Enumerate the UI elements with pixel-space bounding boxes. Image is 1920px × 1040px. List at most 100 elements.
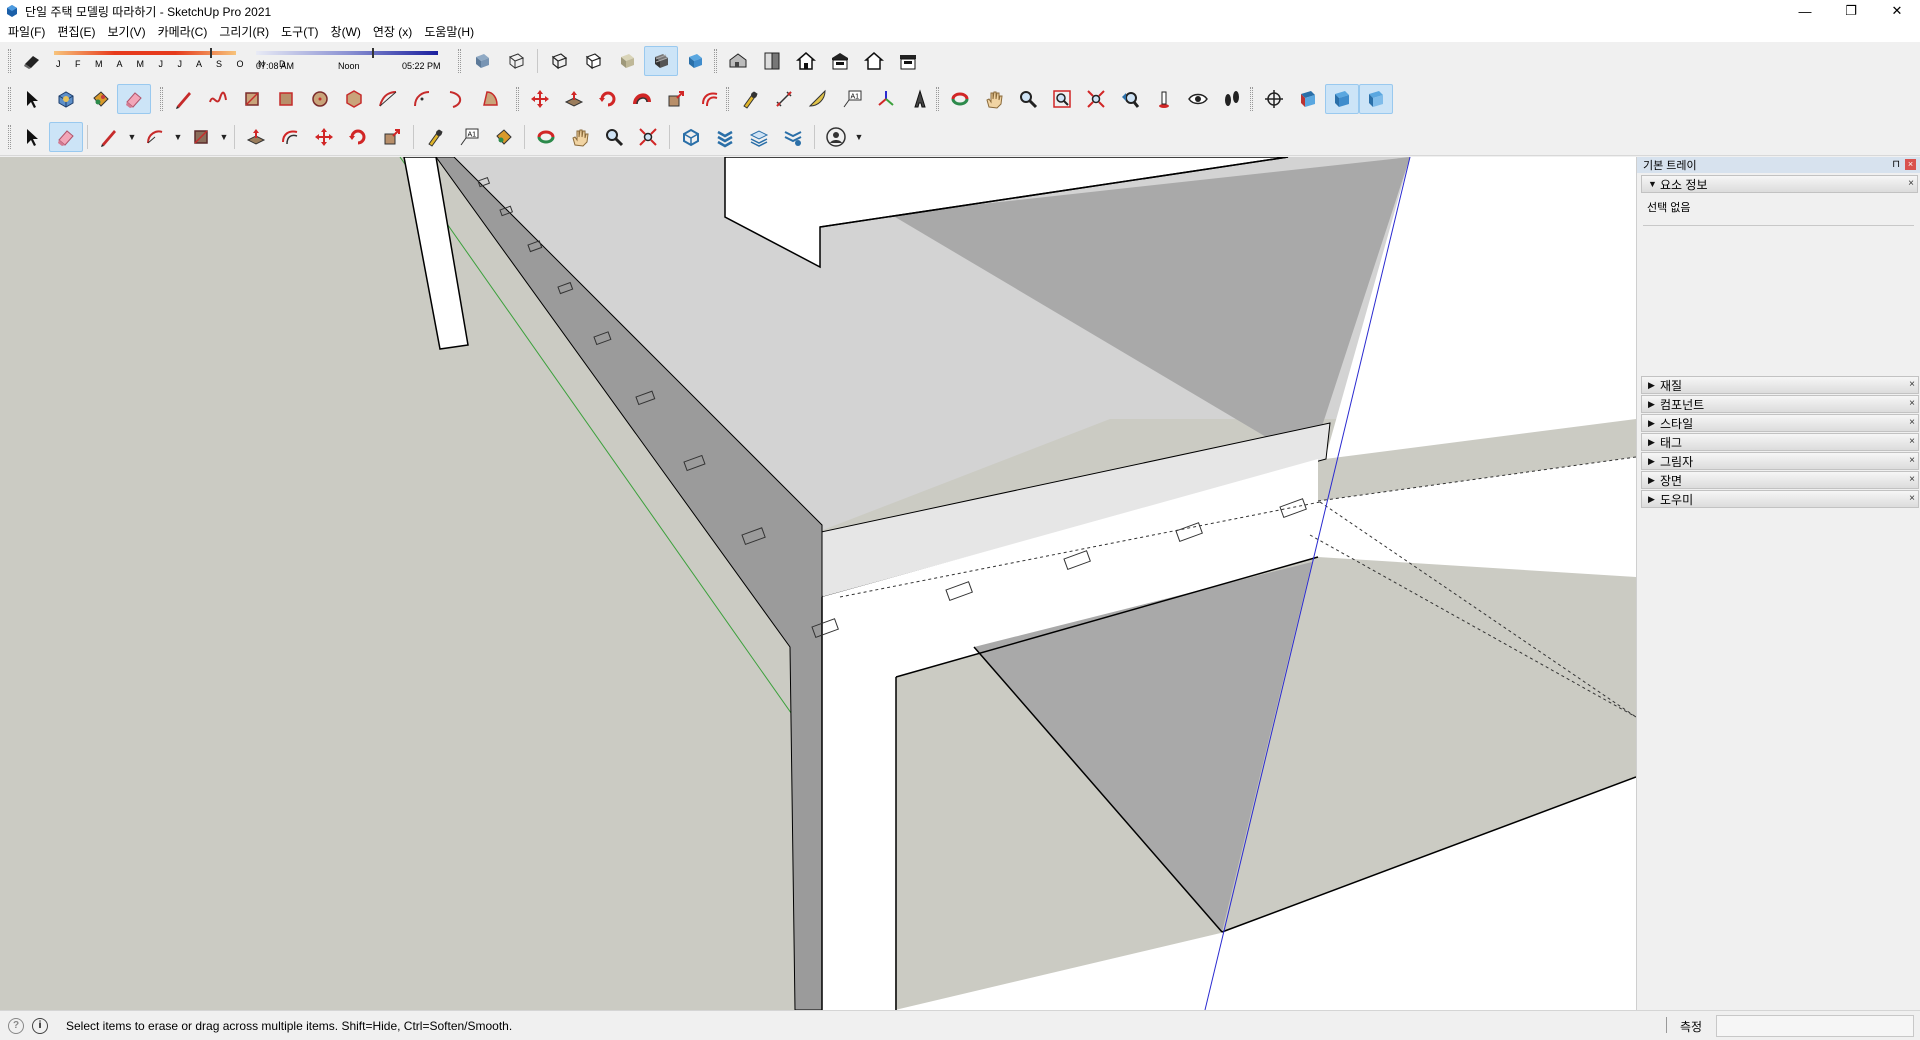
two-point-arc-tool-button[interactable] — [405, 84, 439, 114]
panel-tags[interactable]: ▶ 태그 × — [1641, 433, 1919, 451]
rectangle-tool-button-2[interactable] — [184, 122, 218, 152]
wireframe-button[interactable] — [542, 46, 576, 76]
tray-title-bar[interactable]: 기본 트레이 ⊓ × — [1637, 157, 1920, 173]
scale-tool-button[interactable] — [659, 84, 693, 114]
date-slider-track[interactable] — [54, 51, 236, 55]
paint-bucket-button-2[interactable] — [486, 122, 520, 152]
section-plane-button[interactable] — [1257, 84, 1291, 114]
menu-help[interactable]: 도움말(H) — [418, 22, 480, 42]
close-button[interactable]: ✕ — [1874, 0, 1920, 22]
measurements-input[interactable] — [1716, 1015, 1914, 1037]
menu-edit[interactable]: 편집(E) — [51, 22, 101, 42]
time-slider-track[interactable] — [256, 51, 438, 55]
model-viewport[interactable] — [0, 157, 1636, 1010]
menu-view[interactable]: 보기(V) — [101, 22, 151, 42]
pan-button[interactable] — [977, 84, 1011, 114]
zoom-button[interactable] — [1011, 84, 1045, 114]
zoom-extents-button-2[interactable] — [631, 122, 665, 152]
back-edges-button[interactable] — [499, 46, 533, 76]
shape-tools-dropdown[interactable]: ▼ — [218, 122, 230, 152]
panel-close-icon[interactable]: × — [1909, 398, 1915, 409]
pan-button-2[interactable] — [563, 122, 597, 152]
text-button-2[interactable]: A1 — [452, 122, 486, 152]
pin-icon[interactable]: ⊓ — [1892, 159, 1900, 170]
toolbar-grip[interactable] — [516, 87, 519, 111]
orbit-button-2[interactable] — [529, 122, 563, 152]
menu-draw[interactable]: 그리기(R) — [213, 22, 275, 42]
menu-file[interactable]: 파일(F) — [2, 22, 51, 42]
right-view-button[interactable] — [823, 46, 857, 76]
tape-measure-button-2[interactable] — [418, 122, 452, 152]
walk-button[interactable] — [1215, 84, 1249, 114]
toolbar-grip[interactable] — [8, 87, 11, 111]
layout-button[interactable] — [776, 122, 810, 152]
select-tool-button-2[interactable] — [15, 122, 49, 152]
offset-tool-button[interactable] — [693, 84, 727, 114]
panel-close-icon[interactable]: × — [1909, 493, 1915, 504]
3d-text-button[interactable] — [903, 84, 937, 114]
toolbar-grip[interactable] — [936, 87, 939, 111]
menu-camera[interactable]: 카메라(C) — [152, 22, 214, 42]
panel-close-icon[interactable]: × — [1909, 379, 1915, 390]
shadow-toggle-button[interactable] — [15, 46, 49, 76]
iso-view-button[interactable] — [721, 46, 755, 76]
circle-tool-button[interactable] — [303, 84, 337, 114]
monochrome-button[interactable] — [678, 46, 712, 76]
panel-materials[interactable]: ▶ 재질 × — [1641, 376, 1919, 394]
zoom-button-2[interactable] — [597, 122, 631, 152]
toolbar-grip[interactable] — [8, 49, 11, 73]
follow-me-tool-button[interactable] — [625, 84, 659, 114]
left-view-button[interactable] — [891, 46, 925, 76]
push-pull-tool-button[interactable] — [557, 84, 591, 114]
toolbar-grip[interactable] — [714, 49, 717, 73]
menu-window[interactable]: 창(W) — [325, 22, 367, 42]
panel-scenes[interactable]: ▶ 장면 × — [1641, 471, 1919, 489]
toolbar-grip[interactable] — [8, 125, 11, 149]
arc-tools-dropdown[interactable]: ▼ — [172, 122, 184, 152]
polygon-tool-button[interactable] — [337, 84, 371, 114]
protractor-button[interactable] — [801, 84, 835, 114]
share-model-button[interactable] — [742, 122, 776, 152]
panel-shadows[interactable]: ▶ 그림자 × — [1641, 452, 1919, 470]
top-view-button[interactable] — [755, 46, 789, 76]
make-component-button[interactable] — [49, 84, 83, 114]
panel-instructor[interactable]: ▶ 도우미 × — [1641, 490, 1919, 508]
model-canvas[interactable] — [0, 157, 1636, 1010]
shadow-date-slider[interactable]: J F M A M J J A S O N D — [50, 47, 286, 75]
scale-tool-button-2[interactable] — [375, 122, 409, 152]
toolbar-grip[interactable] — [726, 87, 729, 111]
paint-bucket-button[interactable] — [83, 84, 117, 114]
zoom-extents-button[interactable] — [1079, 84, 1113, 114]
zoom-window-button[interactable] — [1045, 84, 1079, 114]
minimize-button[interactable]: — — [1782, 0, 1828, 22]
shaded-button[interactable] — [610, 46, 644, 76]
dimension-button[interactable] — [767, 84, 801, 114]
display-section-planes-button[interactable] — [1291, 84, 1325, 114]
rotated-rectangle-tool-button[interactable] — [269, 84, 303, 114]
axes-button[interactable] — [869, 84, 903, 114]
tray-close-icon[interactable]: × — [1905, 159, 1916, 170]
toolbar-grip[interactable] — [1250, 87, 1253, 111]
shadow-time-slider[interactable]: 07:08 AM Noon 05:22 PM — [252, 47, 442, 75]
pie-tool-button[interactable] — [473, 84, 507, 114]
display-section-fill-button[interactable] — [1359, 84, 1393, 114]
offset-tool-button-2[interactable] — [273, 122, 307, 152]
line-tool-button-2[interactable] — [92, 122, 126, 152]
display-section-cuts-button[interactable] — [1325, 84, 1359, 114]
xray-button[interactable] — [465, 46, 499, 76]
line-tools-dropdown[interactable]: ▼ — [126, 122, 138, 152]
hidden-line-button[interactable] — [576, 46, 610, 76]
time-slider-thumb[interactable] — [372, 48, 374, 58]
rectangle-tool-button[interactable] — [235, 84, 269, 114]
toolbar-grip[interactable] — [458, 49, 461, 73]
date-slider-thumb[interactable] — [210, 48, 212, 58]
panel-close-icon[interactable]: × — [1908, 178, 1914, 189]
rotate-tool-button[interactable] — [591, 84, 625, 114]
entity-info-header[interactable]: ▼ 요소 정보 × — [1641, 175, 1918, 193]
panel-close-icon[interactable]: × — [1909, 436, 1915, 447]
arc-tool-button[interactable] — [371, 84, 405, 114]
move-tool-button-2[interactable] — [307, 122, 341, 152]
panel-close-icon[interactable]: × — [1909, 455, 1915, 466]
account-button[interactable] — [819, 122, 853, 152]
line-tool-button[interactable] — [167, 84, 201, 114]
